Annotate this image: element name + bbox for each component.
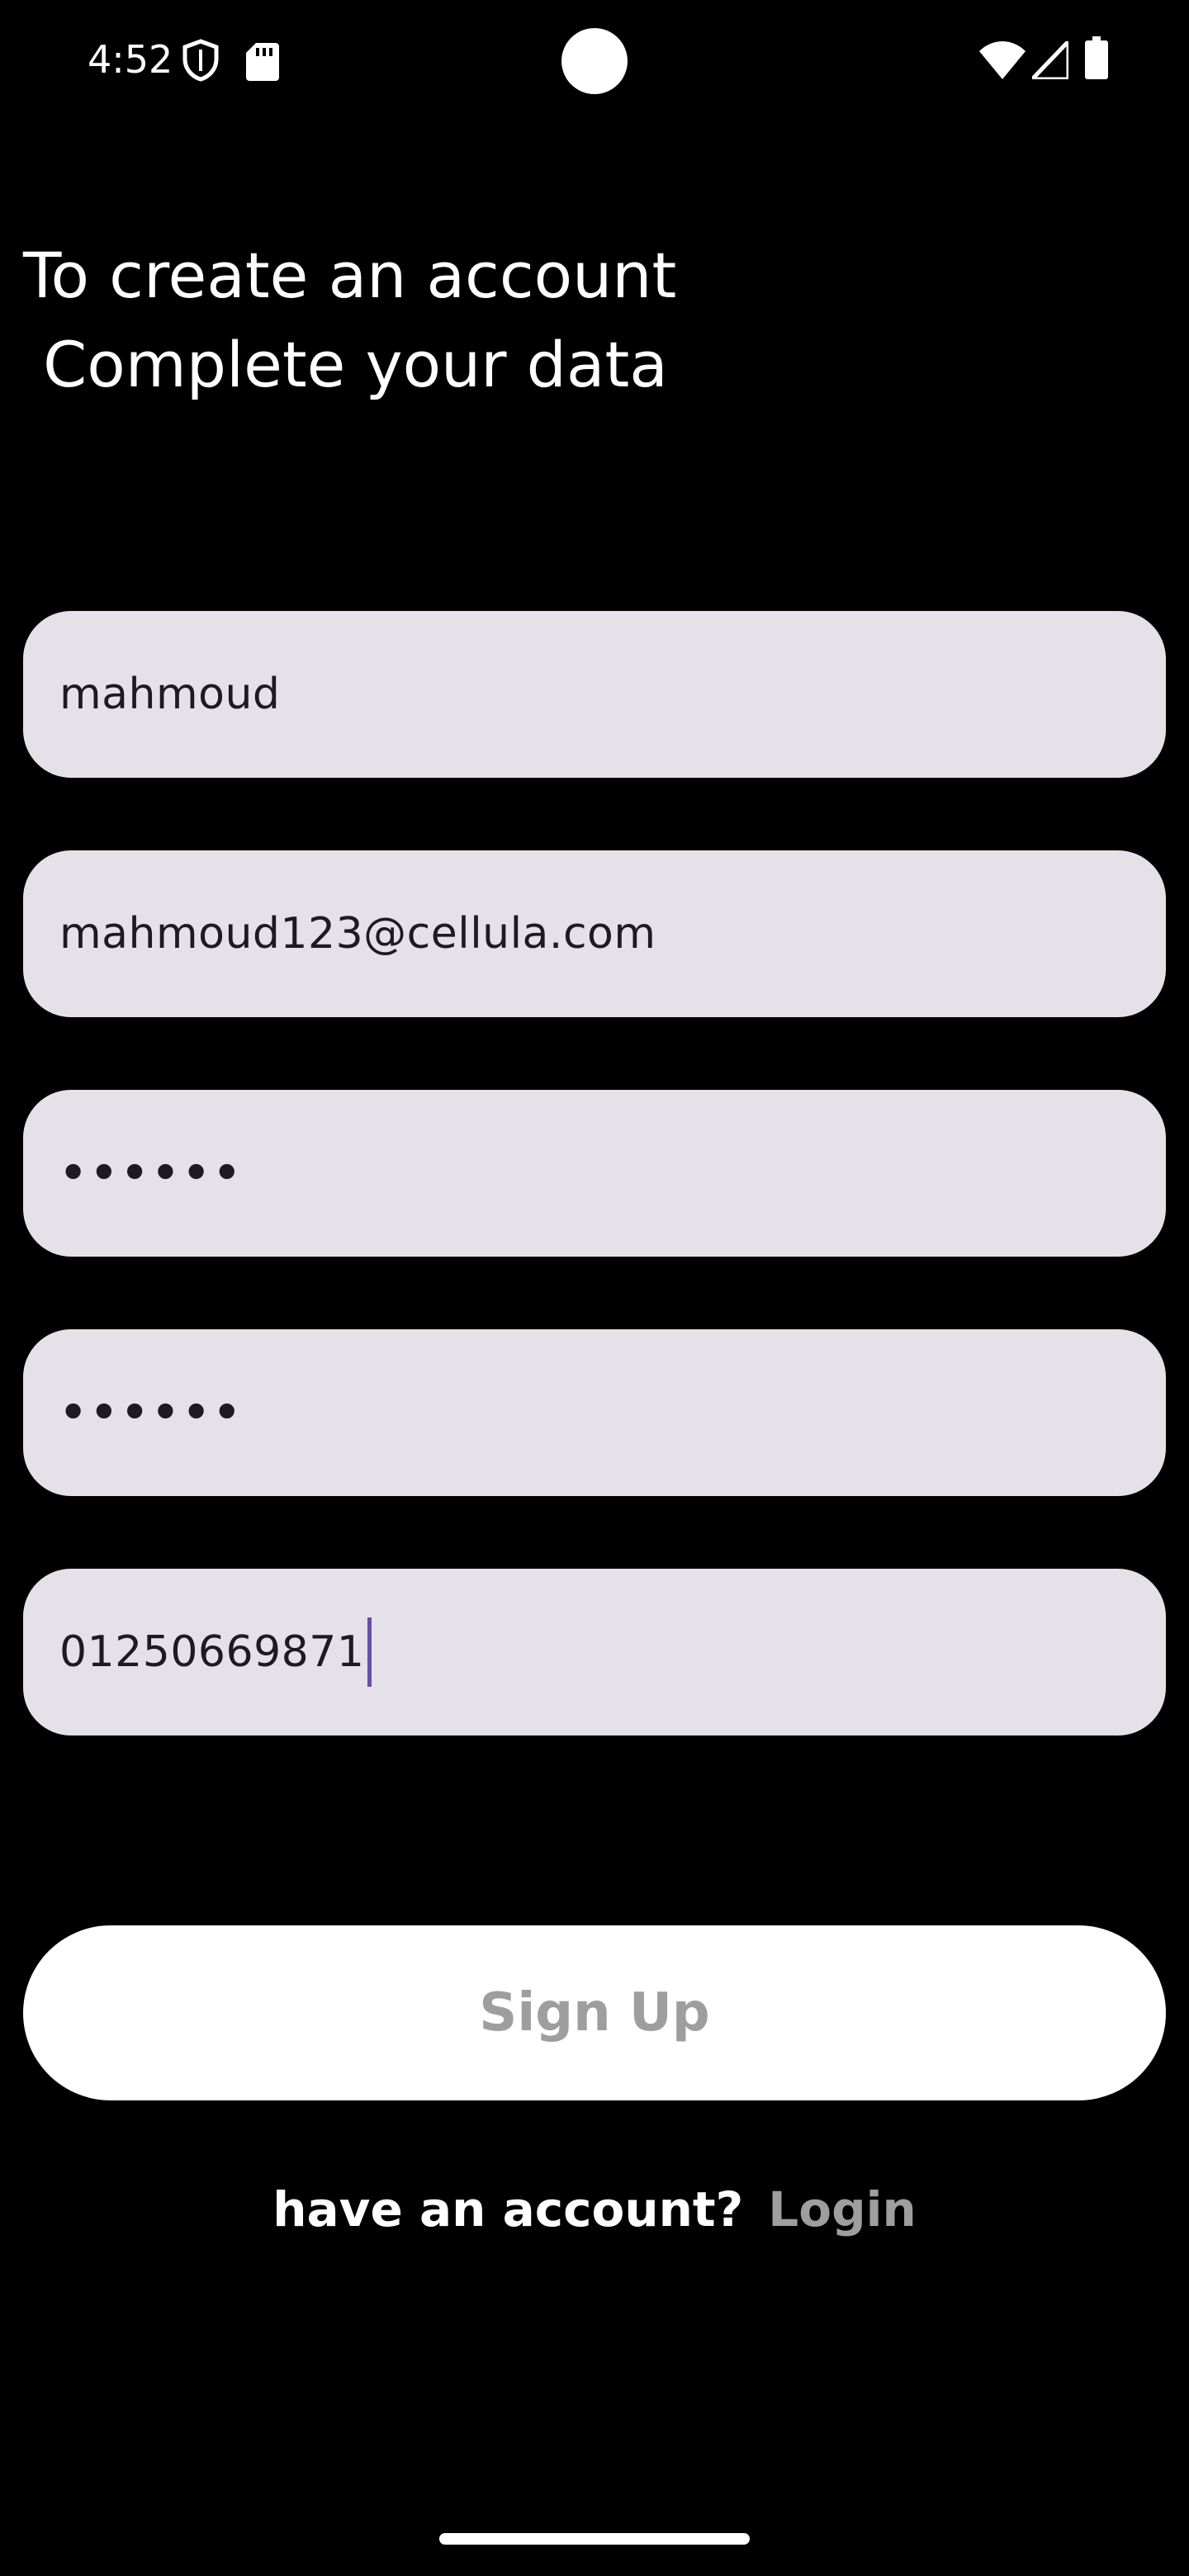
have-account-text: have an account? [272,2181,744,2237]
status-bar: 4:52 [0,0,1189,124]
title-line-2: Complete your data [23,328,668,401]
login-prompt: have an account? Login [0,2176,1189,2242]
shield-icon [182,39,219,82]
phone-field-value: 01250669871 [59,1627,365,1677]
home-indicator[interactable] [439,2533,750,2545]
password-field-value: •••••• [59,1148,244,1198]
camera-cutout [561,28,628,94]
page-title: To create an account Complete your data [23,231,676,410]
password-field[interactable]: •••••• [23,1090,1166,1257]
phone-field[interactable]: 01250669871 [23,1569,1166,1735]
confirm-password-field-value: •••••• [59,1388,244,1437]
title-line-1: To create an account [23,239,677,312]
text-caret [367,1617,372,1687]
login-link[interactable]: Login [768,2176,917,2242]
sd-card-icon [246,43,279,81]
sign-up-button[interactable]: Sign Up [23,1925,1166,2100]
email-field[interactable]: mahmoud123@cellula.com [23,850,1166,1017]
battery-icon [1085,36,1108,79]
signal-icon [1032,41,1068,79]
confirm-password-field[interactable]: •••••• [23,1329,1166,1496]
name-field-value: mahmoud [59,670,281,719]
wifi-icon [979,41,1026,79]
status-time: 4:52 [88,37,173,82]
name-field[interactable]: mahmoud [23,611,1166,778]
email-field-value: mahmoud123@cellula.com [59,909,656,959]
